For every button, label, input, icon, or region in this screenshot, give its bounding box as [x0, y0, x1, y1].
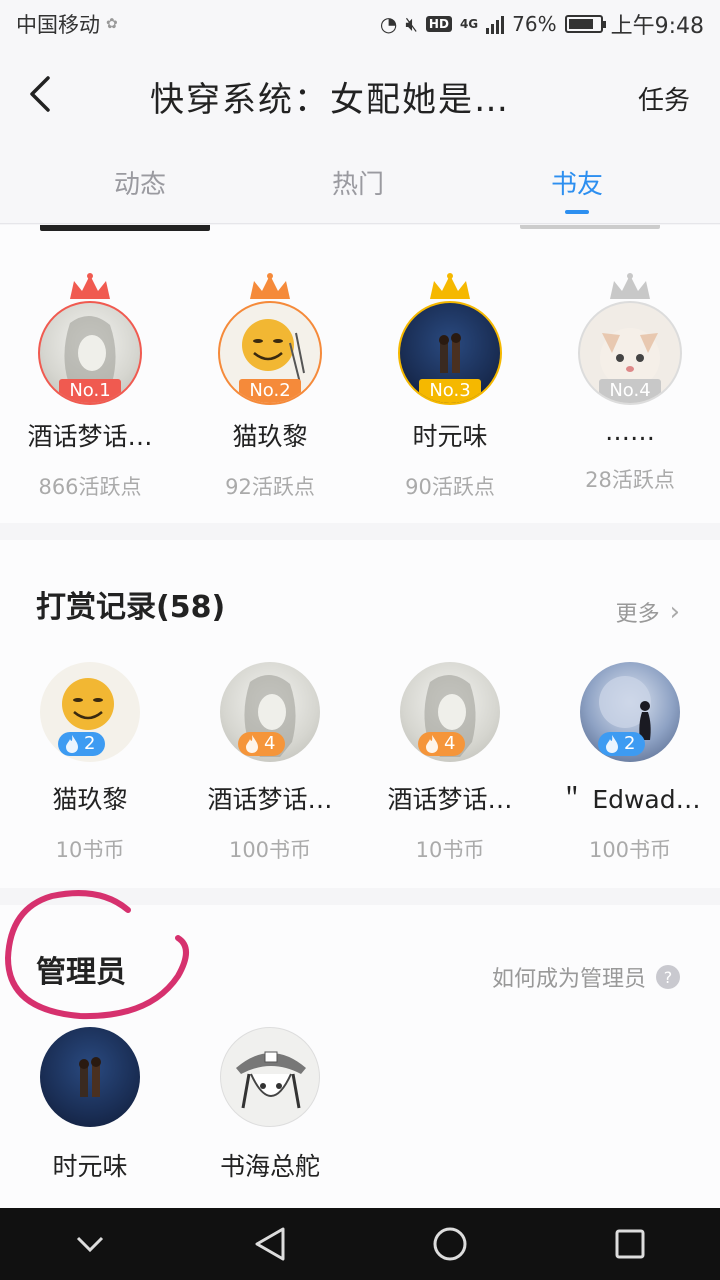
- carrier-label: 中国移动: [16, 13, 100, 37]
- user-name: ……: [605, 417, 655, 446]
- avatar: 2: [580, 662, 680, 762]
- how-to-become-admin-link[interactable]: 如何成为管理员 ?: [492, 961, 680, 993]
- avatar: 4: [400, 662, 500, 762]
- tip-item[interactable]: 4 酒话梦话… 100书币: [180, 662, 360, 864]
- chevron-down-icon: [76, 1236, 104, 1253]
- flame-icon: [66, 735, 78, 753]
- crown-icon: [250, 273, 290, 299]
- user-name: 猫玖黎: [232, 422, 308, 451]
- user-name: 酒话梦话…: [207, 785, 333, 814]
- hd-icon: HD: [425, 16, 452, 32]
- active-tab-indicator: [565, 210, 589, 214]
- sync-icon: ◔: [379, 12, 398, 36]
- user-name: 书海总舵: [219, 1152, 320, 1181]
- hide-nav-button[interactable]: [50, 1214, 130, 1274]
- ranking-item[interactable]: No.2 猫玖黎 92活跃点: [180, 273, 360, 501]
- square-recents-icon: [615, 1229, 645, 1259]
- user-name: 时元味: [52, 1152, 128, 1181]
- flame-icon: [246, 735, 258, 753]
- tip-amount: 10书币: [55, 838, 125, 862]
- activity-points: 92活跃点: [225, 475, 315, 499]
- ranking-item[interactable]: No.1 酒话梦话… 866活跃点: [0, 273, 180, 501]
- tip-amount: 10书币: [415, 838, 485, 862]
- user-name: 猫玖黎: [52, 785, 128, 814]
- settings-dot-icon: ✿: [106, 16, 118, 32]
- nav-back-button[interactable]: [230, 1214, 310, 1274]
- user-name: ＂ Edwad…: [559, 785, 701, 814]
- tip-record-card: 打赏记录(58) 更多 › 2 猫玖黎 10书币 4 酒话梦话… 100书币 4…: [0, 540, 720, 888]
- crown-icon: [430, 273, 470, 299]
- chevron-right-icon: ›: [669, 597, 680, 627]
- avatar: No.2: [220, 303, 320, 403]
- admin-item[interactable]: 书海总舵: [180, 1027, 360, 1183]
- level-badge: 4: [238, 732, 286, 756]
- user-name: 酒话梦话…: [27, 422, 153, 451]
- rank-badge: No.3: [419, 379, 481, 403]
- app-header: 快穿系统：女配她是… 任务: [0, 48, 720, 140]
- admin-item[interactable]: 时元味: [0, 1027, 180, 1183]
- flame-icon: [426, 735, 438, 753]
- tab-book-friends[interactable]: 书友: [517, 164, 637, 201]
- rank-badge: No.2: [239, 379, 301, 403]
- clock: 上午9:48: [610, 14, 704, 39]
- user-name: 酒话梦话…: [387, 785, 513, 814]
- annotation-circle: [4, 890, 189, 1020]
- level-badge: 2: [58, 732, 106, 756]
- avatar: No.3: [400, 303, 500, 403]
- tip-amount: 100书币: [228, 838, 312, 862]
- tab-hot[interactable]: 热门: [298, 164, 418, 201]
- nav-recents-button[interactable]: [590, 1214, 670, 1274]
- avatar: 2: [40, 662, 140, 762]
- activity-ranking-card: No.1 酒话梦话… 866活跃点 No.2 猫玖黎 92活跃点 No.3 时元…: [0, 225, 720, 523]
- ranking-item[interactable]: No.3 时元味 90活跃点: [360, 273, 540, 501]
- avatar: [220, 1027, 320, 1127]
- activity-points: 866活跃点: [38, 475, 142, 499]
- flame-icon: [606, 735, 618, 753]
- network-label: 4G: [459, 17, 479, 31]
- tab-bar: 动态 热门 书友: [0, 140, 720, 224]
- circle-home-icon: [433, 1227, 467, 1261]
- more-link[interactable]: 更多 ›: [616, 596, 680, 628]
- system-nav-bar: [0, 1208, 720, 1280]
- avatar: No.1: [40, 303, 140, 403]
- crown-icon: [610, 273, 650, 299]
- tab-dynamics[interactable]: 动态: [80, 164, 200, 201]
- page-title: 快穿系统：女配她是…: [150, 80, 510, 120]
- task-button[interactable]: 任务: [638, 80, 690, 117]
- rank-badge: No.1: [59, 379, 121, 403]
- avatar: [40, 1027, 140, 1127]
- tip-item[interactable]: 2 猫玖黎 10书币: [0, 662, 180, 864]
- clipped-section-header: [0, 225, 720, 233]
- battery-icon: [564, 15, 606, 33]
- user-name: 时元味: [412, 422, 488, 451]
- nav-home-button[interactable]: [410, 1214, 490, 1274]
- avatar: No.4: [580, 303, 680, 403]
- activity-points: 90活跃点: [405, 475, 495, 499]
- ranking-item[interactable]: No.4 …… 28活跃点: [540, 273, 720, 494]
- tip-item[interactable]: 2 ＂ Edwad… 100书币: [540, 662, 720, 864]
- tip-amount: 100书币: [588, 838, 672, 862]
- triangle-back-icon: [255, 1227, 285, 1261]
- more-label: 更多: [615, 602, 660, 627]
- section-title: 打赏记录(58): [36, 590, 226, 625]
- battery-percent: 76%: [512, 12, 557, 36]
- how-to-label: 如何成为管理员: [491, 967, 646, 992]
- rank-badge: No.4: [599, 379, 661, 403]
- status-bar: 中国移动 ✿ ◔ 🔇︎ HD 4G 76% 上午9:48: [0, 0, 720, 48]
- tip-item[interactable]: 4 酒话梦话… 10书币: [360, 662, 540, 864]
- back-arrow-icon[interactable]: [22, 74, 62, 114]
- signal-icon: [486, 14, 505, 34]
- avatar: 4: [220, 662, 320, 762]
- mute-icon: 🔇︎: [405, 12, 418, 36]
- level-badge: 2: [598, 732, 646, 756]
- level-badge: 4: [418, 732, 466, 756]
- activity-points: 28活跃点: [585, 468, 675, 492]
- help-icon: ?: [656, 965, 680, 989]
- crown-icon: [70, 273, 110, 299]
